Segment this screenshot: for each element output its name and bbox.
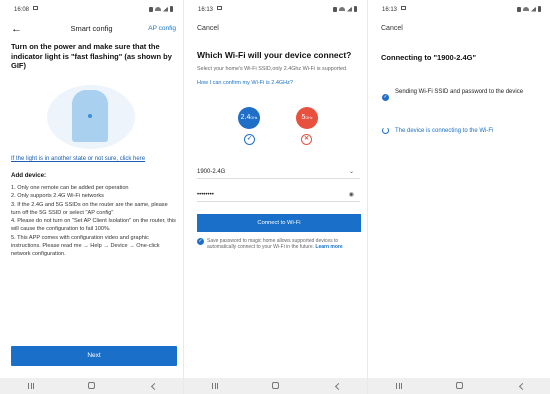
learn-more-link[interactable]: Learn more bbox=[315, 244, 342, 250]
wifi-status-icon bbox=[155, 7, 161, 11]
save-password-checkbox[interactable]: ✓ bbox=[197, 238, 204, 245]
battery-icon bbox=[538, 6, 541, 12]
band-24ghz-badge: 2.4GHz bbox=[238, 107, 260, 129]
band-value: 2.4 bbox=[240, 114, 251, 121]
eye-icon[interactable]: ◉ bbox=[349, 189, 354, 202]
back-button[interactable] bbox=[143, 382, 163, 391]
battery-icon bbox=[354, 6, 357, 12]
connect-wifi-button[interactable]: Connect to Wi-Fi bbox=[197, 214, 361, 232]
band-unit: GHz bbox=[305, 116, 313, 120]
status-bar: 16:13 bbox=[368, 0, 550, 20]
instruction-text: Select your home's Wi-Fi SSID,only 2.4Gh… bbox=[197, 66, 348, 72]
recent-apps-icon bbox=[211, 382, 218, 389]
signal-icon bbox=[163, 6, 168, 12]
recent-apps-button[interactable] bbox=[205, 382, 225, 391]
home-button[interactable] bbox=[266, 381, 286, 391]
wifi-select-screen: 16:13 Cancel Which Wi-Fi will your devic… bbox=[184, 0, 367, 394]
page-title: Which Wi-Fi will your device connect? bbox=[197, 50, 352, 60]
instruction-heading: Turn on the power and make sure that the… bbox=[11, 42, 172, 70]
save-password-text: Save password to magic home allows suppo… bbox=[207, 238, 357, 251]
indicator-light-icon bbox=[88, 114, 92, 118]
status-icons bbox=[149, 6, 173, 12]
status-icons bbox=[333, 6, 357, 12]
band-5ghz-badge: 5GHz bbox=[296, 107, 318, 129]
home-icon bbox=[88, 381, 95, 389]
back-button[interactable] bbox=[511, 382, 531, 391]
status-time: 16:13 bbox=[198, 7, 214, 13]
status-bar: 16:08 bbox=[0, 0, 183, 20]
header: ← Smart config AP config bbox=[0, 21, 183, 37]
status-icons bbox=[517, 6, 541, 12]
step-progress-icon bbox=[382, 127, 389, 134]
step-device-connecting: The device is connecting to the Wi-Fi bbox=[395, 128, 494, 134]
password-field[interactable]: •••••••• ◉ bbox=[197, 189, 360, 202]
add-device-label: Add device: bbox=[11, 172, 47, 179]
gallery-notification-icon bbox=[401, 6, 406, 10]
chevron-down-icon: ⌄ bbox=[348, 169, 354, 175]
ssid-value: 1900-2.4G bbox=[197, 169, 226, 175]
check-icon: ✓ bbox=[244, 134, 255, 145]
page-title: Connecting to "1900-2.4G" bbox=[381, 53, 477, 62]
back-icon bbox=[150, 382, 158, 390]
rule-item: 2. Only supports 2.4G Wi-Fi networks bbox=[11, 193, 104, 200]
back-icon bbox=[518, 382, 526, 390]
status-time: 16:13 bbox=[382, 7, 398, 13]
rule-item: 5. This APP comes with configuration vid… bbox=[11, 234, 160, 258]
next-button[interactable]: Next bbox=[11, 346, 177, 366]
system-nav-bar bbox=[0, 378, 183, 394]
recent-apps-icon bbox=[395, 382, 402, 389]
signal-icon bbox=[347, 6, 352, 12]
rule-item: 1. Only one remote can be added per oper… bbox=[11, 185, 129, 191]
gallery-notification-icon bbox=[217, 6, 222, 10]
alarm-icon bbox=[149, 6, 153, 12]
home-button[interactable] bbox=[450, 381, 470, 391]
confirm-24ghz-link[interactable]: How I can confirm my Wi-Fi is 2.4GHz? bbox=[197, 80, 293, 86]
rules-list: 1. Only one remote can be added per oper… bbox=[11, 184, 177, 259]
battery-icon bbox=[170, 6, 173, 12]
alarm-icon bbox=[517, 6, 521, 12]
wifi-status-icon bbox=[523, 7, 529, 11]
back-button[interactable] bbox=[327, 382, 347, 391]
ap-config-link[interactable]: AP config bbox=[148, 25, 176, 32]
signal-icon bbox=[531, 6, 536, 12]
alarm-icon bbox=[333, 6, 337, 12]
cross-icon: ✕ bbox=[301, 134, 312, 145]
status-bar: 16:13 bbox=[184, 0, 367, 20]
rule-item: 3. If the 2.4G and 5G SSIDs on the route… bbox=[11, 201, 168, 216]
cancel-button[interactable]: Cancel bbox=[197, 25, 219, 32]
home-icon bbox=[272, 381, 279, 389]
cancel-button[interactable]: Cancel bbox=[381, 25, 403, 32]
system-nav-bar bbox=[368, 378, 550, 394]
recent-apps-button[interactable] bbox=[21, 382, 41, 391]
recent-apps-icon bbox=[27, 382, 34, 389]
smart-config-screen: 16:08 ← Smart config AP config Turn on t… bbox=[0, 0, 183, 394]
status-time: 16:08 bbox=[14, 7, 30, 13]
ssid-select[interactable]: 1900-2.4G ⌄ bbox=[197, 166, 360, 179]
back-icon bbox=[334, 382, 342, 390]
gallery-notification-icon bbox=[33, 6, 38, 10]
step-done-icon: ✓ bbox=[382, 94, 389, 101]
other-state-link[interactable]: If the light is in another state or not … bbox=[11, 156, 145, 162]
recent-apps-button[interactable] bbox=[389, 382, 409, 391]
password-value: •••••••• bbox=[197, 192, 214, 198]
rule-item: 4. Please do not turn on "Set AP Client … bbox=[11, 218, 176, 233]
home-icon bbox=[456, 381, 463, 389]
band-unit: GHz bbox=[250, 116, 258, 120]
system-nav-bar bbox=[184, 378, 367, 394]
connecting-screen: 16:13 Cancel Connecting to "1900-2.4G" ✓… bbox=[368, 0, 550, 394]
step-send-credentials: Sending Wi-Fi SSID and password to the d… bbox=[395, 89, 524, 95]
wifi-status-icon bbox=[339, 7, 345, 11]
home-button[interactable] bbox=[82, 381, 102, 391]
